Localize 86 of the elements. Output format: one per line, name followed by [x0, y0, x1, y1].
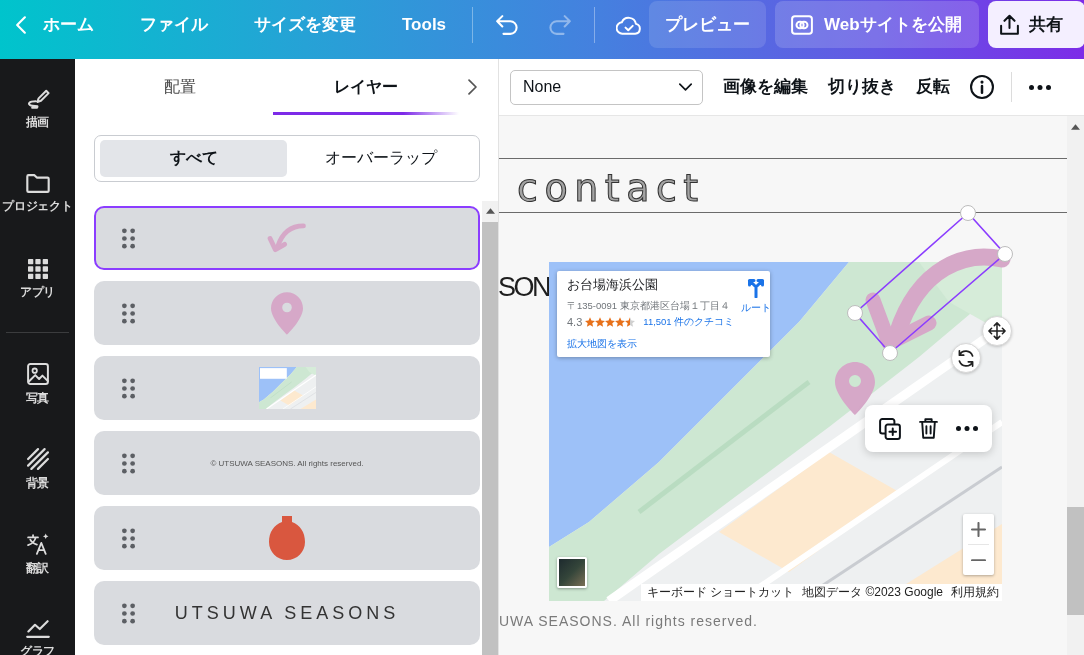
layer-item[interactable]: UTSUWA SEASONS — [94, 581, 480, 645]
scroll-up-arrow-icon[interactable] — [485, 208, 495, 214]
heading-text: contact — [517, 168, 705, 208]
drag-handle-icon[interactable] — [122, 302, 135, 324]
trash-icon — [919, 418, 938, 439]
toolbar-button[interactable]: 切り抜き — [828, 76, 896, 98]
image-icon — [26, 362, 49, 385]
reviews-link[interactable]: 11,501 件のクチコミ — [643, 315, 735, 329]
sidebar-item[interactable]: アプリ — [0, 237, 75, 322]
place-title: お台場海浜公園 — [567, 277, 658, 293]
plus-icon — [971, 521, 986, 537]
star-icon — [595, 317, 606, 327]
map-data-text: 地図データ ©2023 Google — [802, 584, 943, 601]
chevron-left-icon — [16, 15, 26, 34]
resize-handle[interactable] — [882, 345, 898, 361]
info-icon — [970, 75, 994, 99]
larger-map-link[interactable]: 拡大地図を表示 — [567, 337, 637, 350]
more-button[interactable] — [1029, 84, 1051, 90]
publish-button[interactable]: Webサイトを公開 — [775, 1, 979, 48]
browser-window-icon — [791, 14, 814, 35]
more-icon — [1029, 84, 1051, 90]
drag-handle-icon[interactable] — [122, 452, 135, 474]
scrollbar-thumb[interactable] — [1067, 507, 1084, 615]
preview-button[interactable]: プレビュー — [649, 1, 767, 48]
pin-icon — [835, 362, 875, 415]
scroll-up-arrow-icon[interactable] — [1071, 124, 1080, 130]
resize-handle[interactable] — [960, 205, 976, 221]
drag-handle-icon[interactable] — [122, 602, 135, 624]
star-icon — [605, 317, 616, 327]
filter-tab[interactable]: オーバーラップ — [287, 140, 474, 177]
resize-handle[interactable] — [997, 246, 1013, 262]
star-icon — [625, 317, 636, 327]
layer-caption-text: © UTSUWA SEASONS. All rights reserved. — [210, 458, 364, 468]
style-dropdown[interactable]: None — [510, 69, 703, 105]
layer-item[interactable] — [94, 206, 480, 270]
drag-handle-icon[interactable] — [122, 377, 135, 399]
share-icon — [999, 14, 1019, 35]
redo-icon — [549, 14, 572, 35]
route-icon — [747, 278, 766, 298]
filter-tab[interactable]: すべて — [100, 140, 287, 177]
drag-handle-icon[interactable] — [122, 527, 135, 549]
scrollbar[interactable] — [1067, 116, 1084, 655]
panel-tab[interactable]: 配置 — [87, 59, 273, 115]
drag-handle-icon[interactable] — [122, 227, 135, 249]
undo-icon — [496, 14, 519, 35]
info-button[interactable] — [970, 75, 994, 99]
rating-value: 4.3 — [567, 316, 583, 328]
brand-text: SON — [499, 272, 549, 302]
copyright-text: UWA SEASONS. All rights reserved. — [499, 612, 758, 630]
move-icon — [988, 322, 1006, 340]
duplicate-icon — [879, 417, 902, 440]
shortcuts-link[interactable]: キーボード ショートカット — [646, 584, 795, 601]
share-button[interactable]: 共有 — [987, 1, 1084, 48]
star-icon — [615, 317, 626, 327]
chevron-right-icon — [467, 79, 477, 95]
layer-item[interactable] — [94, 506, 480, 570]
cloud-check-icon — [616, 14, 643, 35]
folder-icon — [25, 174, 50, 193]
sidebar-item[interactable]: 描画 — [0, 67, 75, 152]
place-address: 〒135-0091 東京都港区台場１丁目４ — [567, 299, 730, 312]
rotate-icon — [958, 349, 974, 367]
satellite-view-thumbnail[interactable] — [557, 557, 587, 588]
toolbar-button[interactable]: 反転 — [916, 76, 950, 98]
pin-icon — [271, 291, 303, 335]
resize-handle[interactable] — [847, 305, 863, 321]
star-icon — [585, 317, 596, 327]
route-button[interactable]: ルート — [734, 278, 779, 318]
terms-link[interactable]: 利用規約 — [951, 584, 999, 601]
translate-icon — [26, 532, 49, 555]
chevron-down-icon — [679, 83, 692, 91]
toolbar-button[interactable]: 画像を編集 — [723, 76, 808, 98]
sidebar-item[interactable]: 背景 — [0, 427, 75, 512]
curved-arrow-icon — [267, 223, 307, 253]
map-thumbnail — [258, 367, 316, 409]
minus-icon — [971, 558, 986, 562]
vase-icon — [269, 516, 305, 560]
sidebar-item[interactable]: プロジェクト — [0, 152, 75, 237]
more-icon — [955, 426, 978, 431]
layer-title-text: UTSUWA SEASONS — [174, 602, 400, 624]
line-chart-icon — [25, 619, 50, 638]
stripes-icon — [26, 447, 49, 470]
layer-item[interactable]: © UTSUWA SEASONS. All rights reserved. — [94, 431, 480, 495]
sidebar-item[interactable]: 写真 — [0, 342, 75, 427]
sidebar-item[interactable]: 翻訳 — [0, 512, 75, 597]
grid-icon — [27, 258, 48, 279]
pen-icon — [25, 88, 50, 109]
